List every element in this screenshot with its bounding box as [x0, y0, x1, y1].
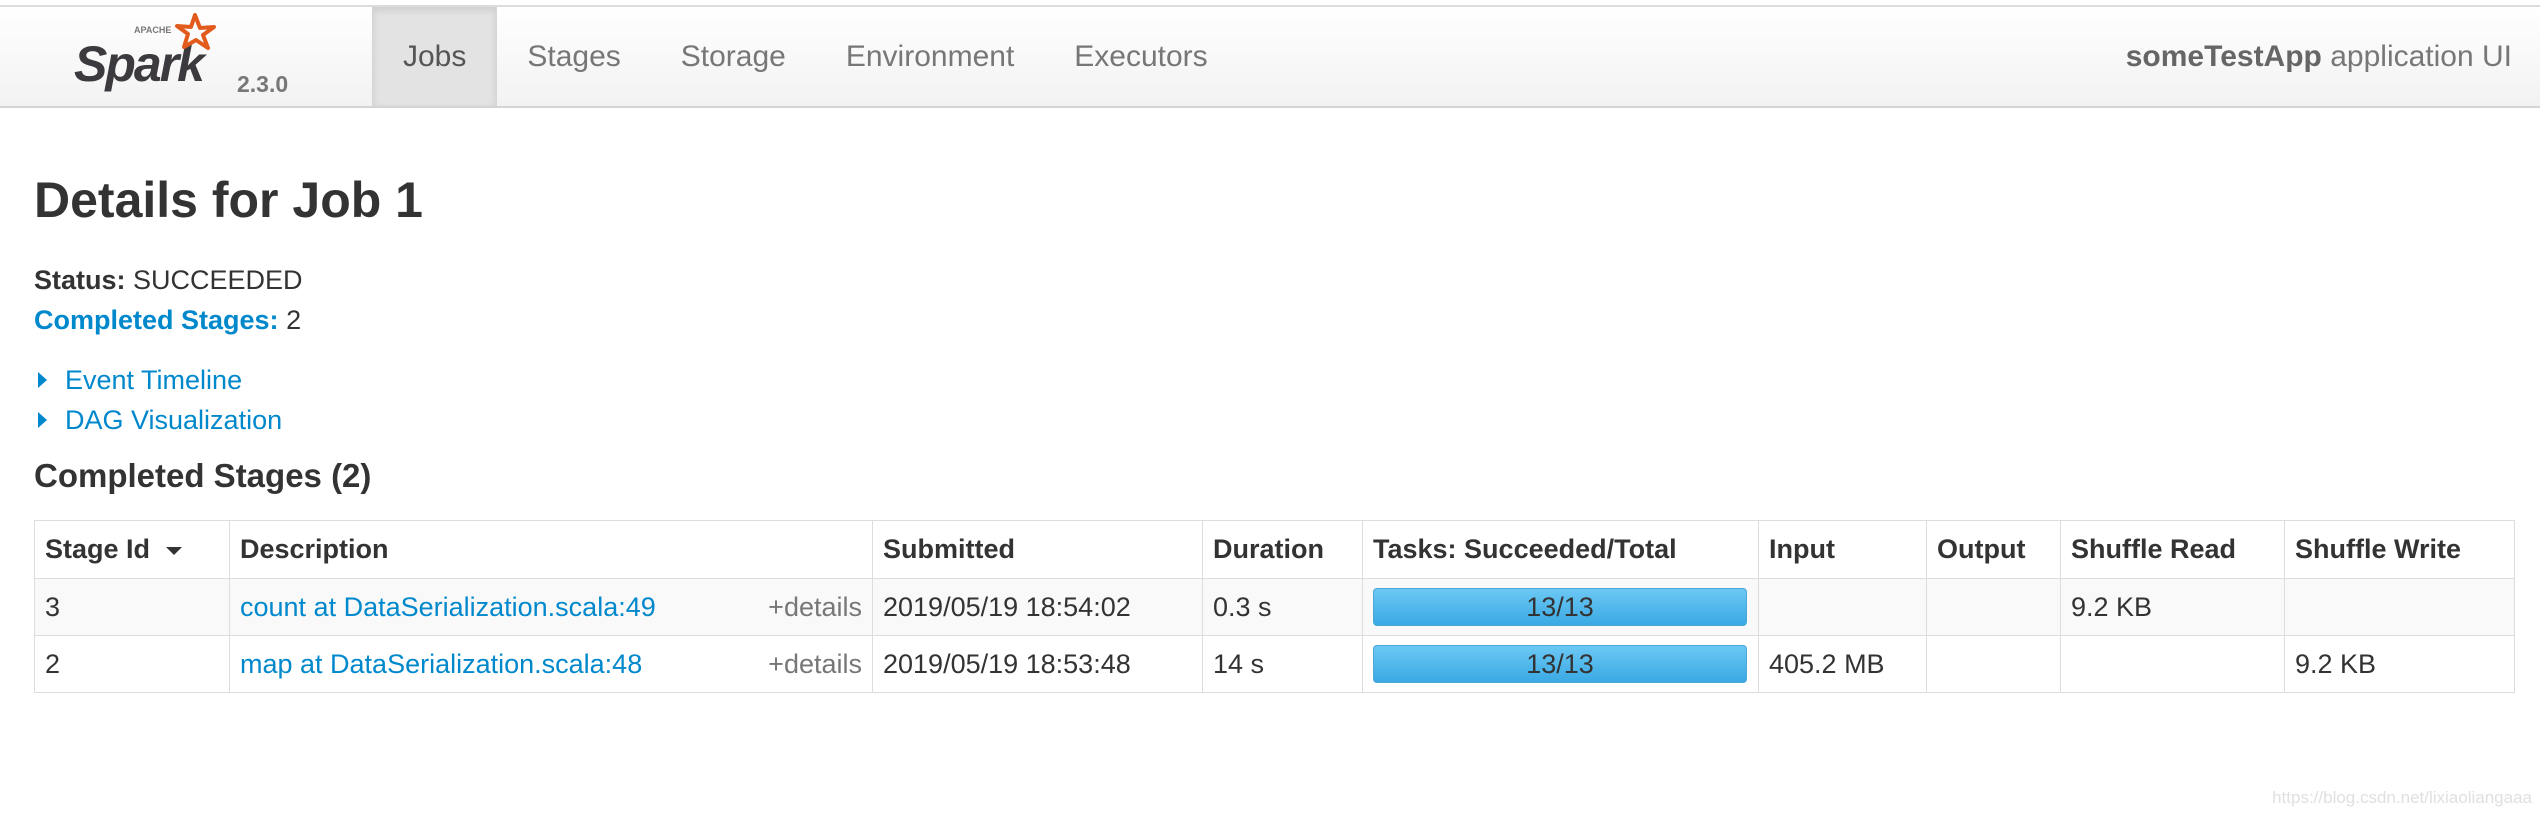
event-timeline-label: Event Timeline — [65, 365, 243, 395]
cell-stage-id: 2 — [34, 635, 230, 693]
cell-description: count at DataSerialization.scala:49 +det… — [229, 578, 873, 636]
sort-desc-icon — [166, 546, 183, 555]
tab-executors[interactable]: Executors — [1044, 7, 1237, 106]
details-toggle[interactable]: +details — [768, 579, 862, 636]
main-content: Details for Job 1 Status: SUCCEEDED Comp… — [34, 170, 2514, 498]
completed-stages-link[interactable]: Completed Stages: — [34, 305, 279, 335]
triangle-right-icon — [38, 412, 47, 428]
tasks-progress-bar: 13/13 — [1373, 645, 1747, 683]
watermark: https://blog.csdn.net/lixiaoliangaaa — [2272, 788, 2532, 807]
navbar: APACHE Spark 2.3.0 Jobs Stages Storage E… — [0, 5, 2540, 108]
completed-stages-table: Stage Id Description Submitted Duration … — [34, 520, 2515, 693]
header-submitted[interactable]: Submitted — [872, 520, 1203, 579]
cell-shuffle-read — [2060, 635, 2285, 693]
page-title: Details for Job 1 — [34, 172, 423, 228]
cell-duration: 14 s — [1202, 635, 1363, 693]
tab-jobs[interactable]: Jobs — [372, 7, 498, 106]
cell-tasks: 13/13 — [1362, 635, 1759, 693]
spark-logo-icon: APACHE Spark — [74, 13, 216, 92]
app-name: someTestApp — [2125, 40, 2322, 73]
cell-submitted: 2019/05/19 18:54:02 — [872, 578, 1203, 636]
tab-storage[interactable]: Storage — [651, 7, 816, 106]
tab-stages[interactable]: Stages — [497, 7, 650, 106]
header-tasks[interactable]: Tasks: Succeeded/Total — [1362, 520, 1759, 579]
header-output[interactable]: Output — [1926, 520, 2061, 579]
cell-shuffle-read: 9.2 KB — [2060, 578, 2285, 636]
table-row: 2 map at DataSerialization.scala:48 +det… — [34, 635, 2515, 693]
expanders: Event Timeline DAG Visualization — [34, 360, 2514, 440]
app-title: someTestApp application UI — [2126, 7, 2512, 106]
tab-environment[interactable]: Environment — [816, 7, 1044, 106]
header-input[interactable]: Input — [1758, 520, 1927, 579]
header-shuffle-read[interactable]: Shuffle Read — [2060, 520, 2285, 579]
job-summary: Status: SUCCEEDED Completed Stages: 2 — [34, 260, 2514, 340]
tasks-progress-label: 13/13 — [1526, 649, 1594, 679]
header-shuffle-write[interactable]: Shuffle Write — [2284, 520, 2515, 579]
spark-logo[interactable]: APACHE Spark 2.3.0 — [72, 13, 302, 105]
status-row: Status: SUCCEEDED — [34, 260, 2514, 300]
cell-stage-id: 3 — [34, 578, 230, 636]
details-toggle[interactable]: +details — [768, 636, 862, 693]
header-stage-id[interactable]: Stage Id — [34, 520, 230, 579]
status-label: Status: — [34, 265, 126, 295]
status-value: SUCCEEDED — [133, 265, 303, 295]
completed-stages-count: 2 — [286, 305, 302, 335]
dag-visualization-label: DAG Visualization — [65, 405, 283, 435]
cell-shuffle-write: 9.2 KB — [2284, 635, 2515, 693]
cell-input — [1758, 578, 1927, 636]
cell-tasks: 13/13 — [1362, 578, 1759, 636]
completed-stages-row: Completed Stages: 2 — [34, 300, 2514, 340]
svg-text:APACHE: APACHE — [134, 25, 171, 35]
cell-output — [1926, 578, 2061, 636]
triangle-right-icon — [38, 372, 47, 388]
cell-description: map at DataSerialization.scala:48 +detai… — [229, 635, 873, 693]
tasks-progress-label: 13/13 — [1526, 592, 1594, 622]
dag-visualization-toggle[interactable]: DAG Visualization — [34, 400, 2514, 440]
cell-input: 405.2 MB — [1758, 635, 1927, 693]
event-timeline-toggle[interactable]: Event Timeline — [34, 360, 2514, 400]
spark-version: 2.3.0 — [237, 71, 289, 97]
table-header-row: Stage Id Description Submitted Duration … — [34, 520, 2515, 579]
app-title-suffix: application UI — [2321, 40, 2512, 73]
cell-shuffle-write — [2284, 578, 2515, 636]
tasks-progress-bar: 13/13 — [1373, 588, 1747, 626]
nav-tabs: Jobs Stages Storage Environment Executor… — [372, 7, 1238, 106]
header-duration[interactable]: Duration — [1202, 520, 1363, 579]
stage-description-link[interactable]: map at DataSerialization.scala:48 — [240, 649, 642, 679]
table-row: 3 count at DataSerialization.scala:49 +d… — [34, 578, 2515, 636]
cell-submitted: 2019/05/19 18:53:48 — [872, 635, 1203, 693]
header-stage-id-label: Stage Id — [45, 534, 151, 564]
stage-description-link[interactable]: count at DataSerialization.scala:49 — [240, 592, 656, 622]
cell-output — [1926, 635, 2061, 693]
header-description[interactable]: Description — [229, 520, 873, 579]
cell-duration: 0.3 s — [1202, 578, 1363, 636]
completed-stages-heading[interactable]: Completed Stages (2) — [34, 454, 2514, 498]
